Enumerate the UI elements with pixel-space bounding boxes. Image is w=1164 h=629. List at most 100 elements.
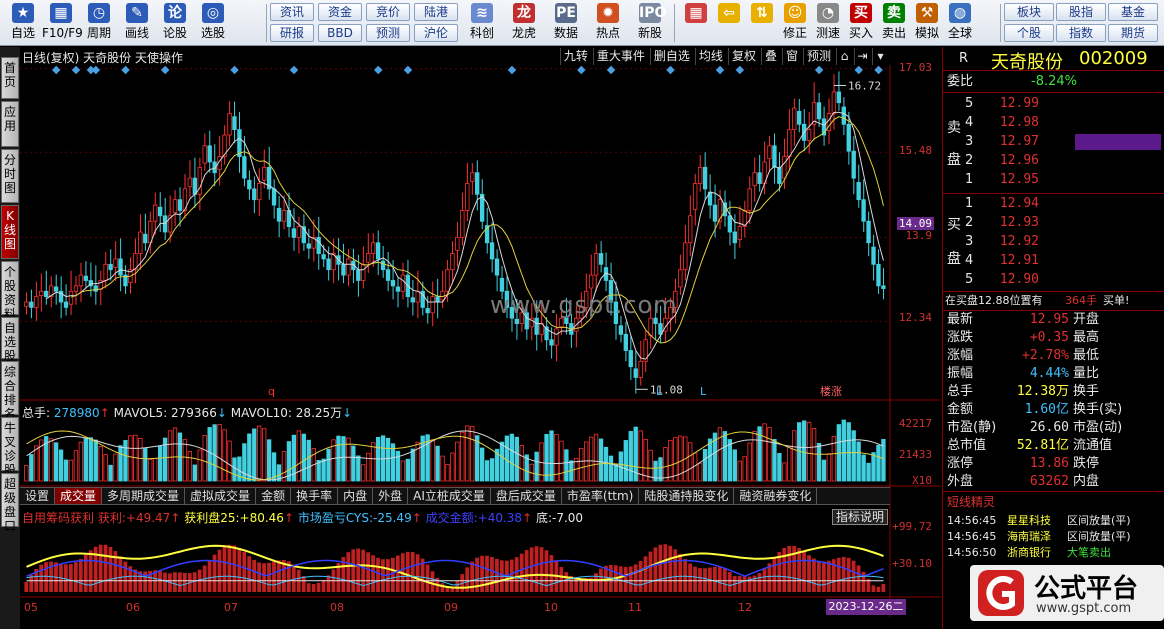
toolbar-forum-button[interactable]: 论论股 bbox=[156, 2, 194, 44]
left-tab-4[interactable]: 个股资料 bbox=[1, 261, 19, 321]
left-tab-5[interactable]: 自选股 bbox=[1, 317, 19, 363]
toolbar-grid3-button[interactable]: 基金 bbox=[1108, 3, 1158, 21]
lock-icon[interactable]: ⌂ bbox=[836, 48, 852, 65]
toolbar-grid-button[interactable]: 竞价 bbox=[366, 3, 410, 21]
toolbar-grid3-button[interactable]: 个股 bbox=[1004, 24, 1054, 42]
toolbar-separator bbox=[1000, 4, 1001, 42]
bid-row[interactable]: 5 12.90 bbox=[943, 271, 1164, 289]
ask-price: 12.95 bbox=[999, 172, 1039, 187]
left-tab-7[interactable]: 牛叉诊股 bbox=[1, 417, 19, 477]
chart-chip-5[interactable]: 叠 bbox=[760, 48, 780, 65]
pen-icon: ✎ bbox=[126, 3, 148, 23]
candle-body bbox=[83, 275, 89, 281]
globe-icon: ◍ bbox=[949, 3, 971, 23]
left-tab-3[interactable]: K线图 bbox=[1, 205, 19, 259]
ask-row[interactable]: 5 12.99 bbox=[943, 95, 1164, 113]
volume-bar bbox=[247, 433, 252, 482]
left-tab-6[interactable]: 综合排名 bbox=[1, 361, 19, 421]
toolbar-speed-button[interactable]: ◔ 测速 bbox=[812, 2, 844, 44]
volume-unit-label: X10 bbox=[912, 474, 932, 487]
kline-chart-area[interactable]: 16.72 11.08 q L L 楼涨 日线(复权) 天奇股份 天使操作 九转 重大事件删… bbox=[20, 47, 940, 629]
stock-header: R 天奇股份 002009 bbox=[943, 47, 1164, 73]
exit-icon[interactable]: ⇥ bbox=[854, 48, 870, 65]
chart-chip-1[interactable]: 重大事件 bbox=[592, 48, 648, 65]
news-item[interactable]: 14:56:45 海南瑞泽 区间放量(平) bbox=[943, 529, 1164, 544]
panel-tab-7[interactable]: 外盘 bbox=[373, 488, 409, 504]
toolbar-grid3-button[interactable]: 股指 bbox=[1056, 3, 1106, 21]
toolbar-grid-button[interactable]: BBD bbox=[318, 24, 362, 42]
chart-chip-0[interactable]: 九转 bbox=[559, 48, 591, 65]
toolbar-layout-button[interactable]: ▦ bbox=[680, 2, 712, 44]
dropdown-icon[interactable]: ▾ bbox=[872, 48, 888, 65]
event-marker bbox=[606, 65, 616, 75]
chart-chip-6[interactable]: 窗 bbox=[781, 48, 801, 65]
news-item[interactable]: 14:56:45 星星科技 区间放量(平) bbox=[943, 513, 1164, 528]
ask-row[interactable]: 1 12.95 bbox=[943, 171, 1164, 189]
panel-tab-8[interactable]: AI立桩成交量 bbox=[408, 488, 491, 504]
toolbar-grid-button[interactable]: 预测 bbox=[366, 24, 410, 42]
toolbar-period-button[interactable]: ◷ 周期 bbox=[80, 2, 118, 44]
indicator-help-button[interactable]: 指标说明 bbox=[831, 509, 888, 525]
toolbar-dragon-button[interactable]: 龙龙虎 bbox=[504, 2, 544, 44]
bid-row[interactable]: 2 12.93 bbox=[943, 214, 1164, 232]
bid-row[interactable]: 4 12.91 bbox=[943, 252, 1164, 270]
chart-chip-2[interactable]: 删自选 bbox=[649, 48, 693, 65]
panel-tab-2[interactable]: 多周期成交量 bbox=[102, 488, 186, 504]
panel-tab-12[interactable]: 融资融券变化 bbox=[734, 488, 818, 504]
bid-row[interactable]: 3 12.92 bbox=[943, 233, 1164, 251]
toolbar-f10-button[interactable]: ▦ F10/F9 bbox=[42, 2, 83, 44]
ask-row[interactable]: 4 12.98 bbox=[943, 114, 1164, 132]
toolbar-self-select-button[interactable]: ★ 自选 bbox=[4, 2, 42, 44]
toolbar-buy-button[interactable]: 买买入 bbox=[845, 2, 877, 44]
left-tab-2[interactable]: 分时图 bbox=[1, 149, 19, 203]
left-tab-1[interactable]: 应用 bbox=[1, 101, 19, 147]
panel-tab-9[interactable]: 盘后成交量 bbox=[491, 488, 562, 504]
toolbar-grid-button[interactable]: 资金 bbox=[318, 3, 362, 21]
toolbar-screener-button[interactable]: ◎ 选股 bbox=[194, 2, 232, 44]
panel-tab-1[interactable]: 成交量 bbox=[55, 488, 103, 504]
toolbar-data-button[interactable]: PE 数据 bbox=[546, 2, 586, 44]
panel-tab-6[interactable]: 内盘 bbox=[338, 488, 374, 504]
left-tab-0[interactable]: 首页 bbox=[1, 57, 19, 99]
toolbar-separator bbox=[266, 4, 267, 42]
panel-tab-5[interactable]: 换手率 bbox=[291, 488, 339, 504]
toolbar-grid3-button[interactable]: 板块 bbox=[1004, 3, 1054, 21]
toolbar-grid-button[interactable]: 沪伦 bbox=[414, 24, 458, 42]
chart-chip-3[interactable]: 均线 bbox=[694, 48, 726, 65]
chart-chip-7[interactable]: 预测 bbox=[802, 48, 834, 65]
toolbar-kechuang-button[interactable]: ≋ 科创 bbox=[462, 2, 502, 44]
stat-row: 涨跌 +0.35 最高 bbox=[943, 329, 1164, 347]
panel-tab-3[interactable]: 虚拟成交量 bbox=[185, 488, 257, 504]
news-item[interactable]: 14:56:50 浙商银行 大笔卖出 bbox=[943, 545, 1164, 560]
toolbar-sell-button[interactable]: 卖卖出 bbox=[878, 2, 910, 44]
panel-tab-11[interactable]: 陆股通持股变化 bbox=[639, 488, 735, 504]
kline-svg[interactable]: 16.72 11.08 q L L 楼涨 bbox=[20, 47, 940, 629]
ask-row[interactable]: 3 12.97 bbox=[943, 133, 1164, 151]
toolbar-simulate-button[interactable]: ⚒ 模拟 bbox=[911, 2, 943, 44]
candle-body bbox=[346, 258, 351, 276]
toolbar-back-button[interactable]: ⇦ bbox=[713, 2, 745, 44]
indicator-bar bbox=[455, 581, 460, 592]
left-tab-8[interactable]: 超级盘口 bbox=[1, 473, 19, 533]
toolbar-grid3-button[interactable]: 指数 bbox=[1056, 24, 1106, 42]
chart-chip-4[interactable]: 复权 bbox=[727, 48, 759, 65]
ask-row[interactable]: 2 12.96 bbox=[943, 152, 1164, 170]
toolbar-ipo-button[interactable]: IPO 新股 bbox=[630, 2, 670, 44]
stat-value: 52.81亿 bbox=[1016, 438, 1069, 453]
toolbar-grid-button[interactable]: 研报 bbox=[270, 24, 314, 42]
toolbar-grid-button[interactable]: 资讯 bbox=[270, 3, 314, 21]
indicator-bar bbox=[306, 583, 311, 592]
indicator-bar bbox=[871, 585, 876, 592]
panel-tab-0[interactable]: 设置 bbox=[20, 488, 56, 504]
toolbar-grid-button[interactable]: 陆港 bbox=[414, 3, 458, 21]
toolbar-hot-button[interactable]: ✹ 热点 bbox=[588, 2, 628, 44]
panel-tab-4[interactable]: 金额 bbox=[256, 488, 292, 504]
toolbar-grid3-button[interactable]: 期货 bbox=[1108, 24, 1158, 42]
toolbar-modify-button[interactable]: ☺ 修正 bbox=[779, 2, 811, 44]
toolbar-drawline-button[interactable]: ✎ 画线 bbox=[118, 2, 156, 44]
bid-row[interactable]: 1 12.94 bbox=[943, 195, 1164, 213]
toolbar-global-button[interactable]: ◍ 全球 bbox=[944, 2, 976, 44]
toolbar-updown-button[interactable]: ⇅ bbox=[746, 2, 778, 44]
indicator-bar bbox=[846, 557, 851, 592]
panel-tab-10[interactable]: 市盈率(ttm) bbox=[562, 488, 640, 504]
